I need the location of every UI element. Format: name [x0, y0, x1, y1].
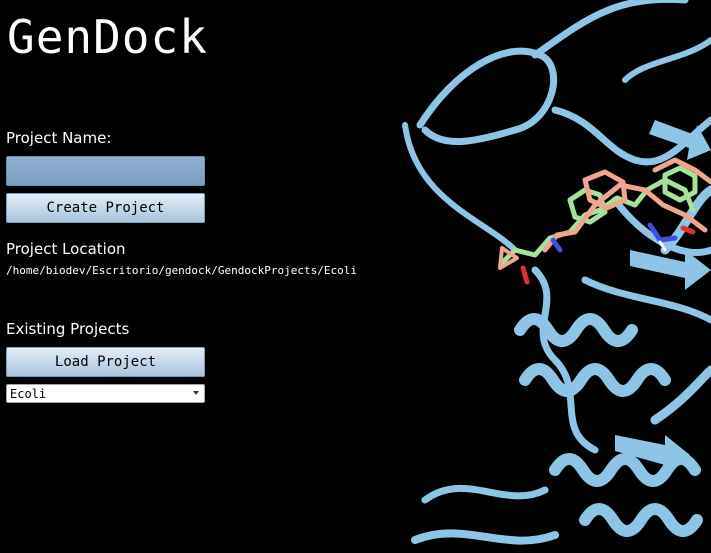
chevron-down-icon — [193, 391, 199, 395]
project-location-label: Project Location — [6, 240, 126, 258]
load-project-label: Load Project — [54, 354, 157, 370]
project-name-label: Project Name: — [6, 129, 112, 147]
existing-projects-select[interactable]: Ecoli — [6, 384, 205, 403]
selected-project: Ecoli — [10, 386, 47, 401]
project-location-path: /home/biodev/Escritorio/gendock/GendockP… — [6, 264, 357, 277]
create-project-button[interactable]: Create Project — [6, 193, 205, 223]
project-name-input[interactable] — [6, 156, 205, 186]
load-project-button[interactable]: Load Project — [6, 347, 205, 377]
app-title: GenDock — [7, 10, 208, 64]
existing-projects-label: Existing Projects — [6, 320, 130, 338]
create-project-label: Create Project — [46, 200, 165, 216]
protein-ligand-render — [402, 0, 711, 545]
